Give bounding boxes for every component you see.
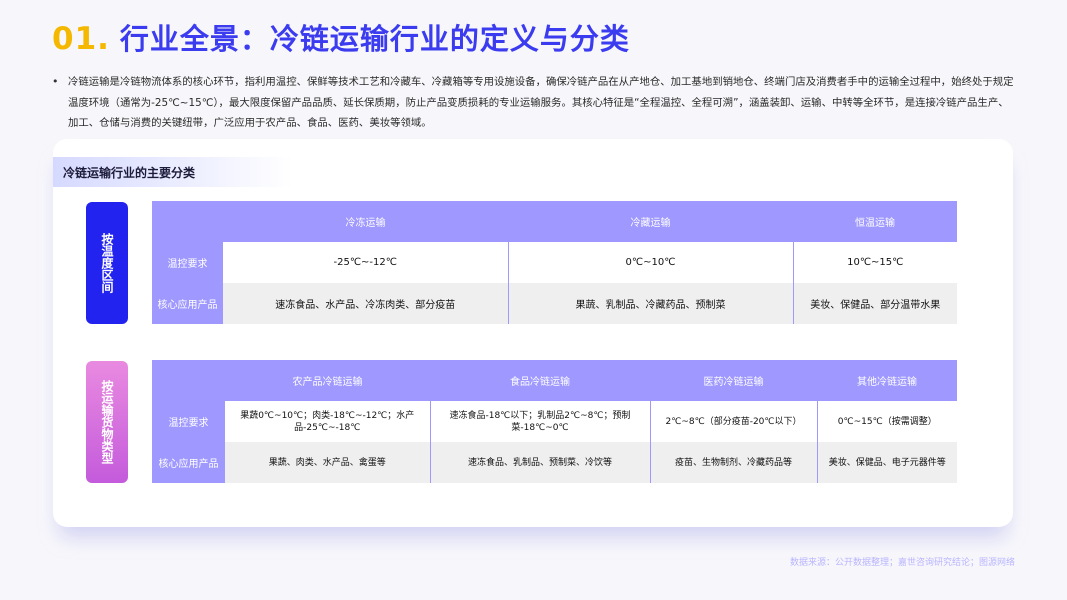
goods-category-label: 按运输货物类型 bbox=[86, 361, 128, 483]
temperature-category-label: 按温度区间 bbox=[86, 202, 128, 324]
column-header: 食品冷链运输 bbox=[430, 360, 650, 401]
column-header: 恒温运输 bbox=[793, 201, 957, 242]
row-header: 温控要求 bbox=[152, 401, 225, 442]
table-cell: 0℃~10℃ bbox=[507, 242, 793, 283]
row-header: 温控要求 bbox=[152, 242, 223, 283]
table-corner bbox=[152, 360, 225, 401]
page-title: 01. 行业全景：冷链运输行业的定义与分类 bbox=[52, 16, 630, 58]
table-row: 温控要求 -25℃~-12℃ 0℃~10℃ 10℃~15℃ bbox=[152, 242, 957, 283]
goods-table: 农产品冷链运输 食品冷链运输 医药冷链运输 其他冷链运输 温控要求 果蔬0℃~1… bbox=[152, 360, 957, 483]
section-title: 冷链运输行业的主要分类 bbox=[63, 165, 196, 180]
column-header: 其他冷链运输 bbox=[817, 360, 957, 401]
column-header: 医药冷链运输 bbox=[650, 360, 817, 401]
intro-paragraph: • 冷链运输是冷链物流体系的核心环节，指利用温控、保鲜等技术工艺和冷藏车、冷藏箱… bbox=[52, 72, 1020, 134]
table-cell: -25℃~-12℃ bbox=[223, 242, 508, 283]
row-header: 核心应用产品 bbox=[152, 283, 223, 324]
table-row: 核心应用产品 速冻食品、水产品、冷冻肉类、部分疫苗 果蔬、乳制品、冷藏药品、预制… bbox=[152, 283, 957, 324]
bullet-icon: • bbox=[52, 75, 59, 88]
table-corner bbox=[152, 201, 223, 242]
data-source-note: 数据来源：公开数据整理；嘉世咨询研究结论；图源网络 bbox=[789, 558, 1015, 568]
section-header: 冷链运输行业的主要分类 bbox=[53, 157, 293, 187]
table-cell: 速冻食品、水产品、冷冻肉类、部分疫苗 bbox=[223, 283, 508, 324]
classification-card: 冷链运输行业的主要分类 按温度区间 冷冻运输 冷藏运输 恒温运输 温控要求 -2… bbox=[53, 139, 1013, 527]
table-cell: 果蔬0℃~10℃；肉类-18℃~-12℃；水产品-25℃~-18℃ bbox=[225, 401, 430, 442]
table-cell: 美妆、保健品、电子元器件等 bbox=[816, 442, 957, 483]
table-row: 核心应用产品 果蔬、肉类、水产品、禽蛋等 速冻食品、乳制品、预制菜、冷饮等 疫苗… bbox=[152, 442, 957, 483]
table-row: 温控要求 果蔬0℃~10℃；肉类-18℃~-12℃；水产品-25℃~-18℃ 速… bbox=[152, 401, 957, 442]
column-header: 农产品冷链运输 bbox=[225, 360, 430, 401]
title-text: 行业全景：冷链运输行业的定义与分类 bbox=[119, 22, 630, 56]
row-header: 核心应用产品 bbox=[152, 442, 225, 483]
column-header: 冷藏运输 bbox=[508, 201, 793, 242]
table-cell: 果蔬、乳制品、冷藏药品、预制菜 bbox=[507, 283, 793, 324]
table-cell: 速冻食品-18℃以下；乳制品2℃~8℃；预制菜-18℃~0℃ bbox=[429, 401, 650, 442]
title-number: 01. bbox=[52, 21, 110, 57]
table-cell: 速冻食品、乳制品、预制菜、冷饮等 bbox=[429, 442, 650, 483]
intro-text: 冷链运输是冷链物流体系的核心环节，指利用温控、保鲜等技术工艺和冷藏车、冷藏箱等专… bbox=[68, 76, 1014, 129]
table-cell: 美妆、保健品、部分温带水果 bbox=[792, 283, 957, 324]
table-cell: 疫苗、生物制剂、冷藏药品等 bbox=[649, 442, 817, 483]
column-header: 冷冻运输 bbox=[223, 201, 508, 242]
table-cell: 10℃~15℃ bbox=[792, 242, 957, 283]
temperature-table: 冷冻运输 冷藏运输 恒温运输 温控要求 -25℃~-12℃ 0℃~10℃ 10℃… bbox=[152, 201, 957, 324]
table-cell: 果蔬、肉类、水产品、禽蛋等 bbox=[225, 442, 430, 483]
table-cell: 0℃~15℃（按需调整） bbox=[816, 401, 957, 442]
table-cell: 2℃~8℃（部分疫苗-20℃以下） bbox=[649, 401, 817, 442]
